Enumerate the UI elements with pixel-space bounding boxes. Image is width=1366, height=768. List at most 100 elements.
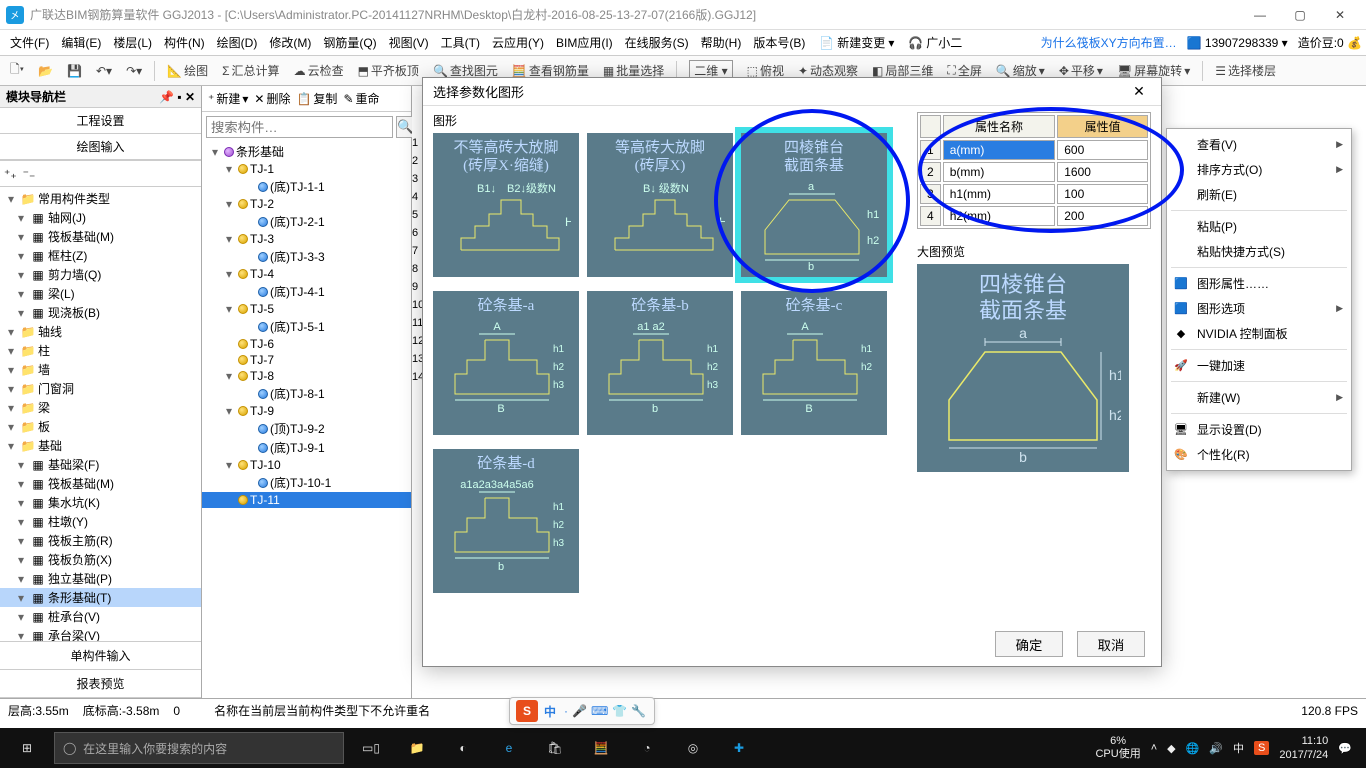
collapse-icon[interactable]: ⁻₋: [23, 167, 36, 181]
component-tree-item[interactable]: ▾ TJ-9: [202, 403, 411, 419]
shape-option[interactable]: 砼条基-ba1 a2h1h2h3b: [587, 291, 733, 435]
tip-link[interactable]: 为什么筏板XY方向布置…: [1041, 34, 1177, 51]
component-tree-item[interactable]: (底)TJ-3-3: [202, 247, 411, 266]
nav-tree-item[interactable]: ▾📁门窗洞: [0, 379, 201, 398]
nav-tree-item[interactable]: ▾📁常用构件类型: [0, 189, 201, 208]
nav-tree-item[interactable]: ▾📁墙: [0, 360, 201, 379]
nav-tree-item[interactable]: ▾▦筏板基础(M): [0, 474, 201, 493]
maximize-button[interactable]: ▢: [1280, 1, 1320, 29]
app-icon-5[interactable]: ◎: [670, 728, 716, 768]
tab-draw-input[interactable]: 绘图输入: [0, 134, 201, 161]
tab-project-settings[interactable]: 工程设置: [0, 108, 201, 134]
shape-option[interactable]: 等高砖大放脚(砖厚X)B↓ 级数NH: [587, 133, 733, 277]
rename-component-button[interactable]: ✎ 重命: [343, 90, 379, 107]
component-tree-item[interactable]: (底)TJ-1-1: [202, 177, 411, 196]
menu-item[interactable]: 版本号(B): [747, 33, 811, 53]
nav-tree-item[interactable]: ▾▦框柱(Z): [0, 246, 201, 265]
menu-item[interactable]: 视图(V): [383, 33, 435, 53]
cpu-widget[interactable]: 6%CPU使用: [1095, 735, 1140, 761]
nav-tree-item[interactable]: ▾▦筏板基础(M): [0, 227, 201, 246]
nav-tree-item[interactable]: ▾📁梁: [0, 398, 201, 417]
menu-item[interactable]: 云应用(Y): [486, 33, 550, 53]
component-tree-item[interactable]: (底)TJ-8-1: [202, 384, 411, 403]
nav-tree-item[interactable]: ▾▦集水坑(K): [0, 493, 201, 512]
edge-icon[interactable]: e: [486, 728, 532, 768]
component-tree-item[interactable]: (底)TJ-2-1: [202, 212, 411, 231]
app-icon-2[interactable]: ◐: [440, 728, 486, 768]
tray-nvidia-icon[interactable]: ◆: [1167, 742, 1175, 755]
shape-option[interactable]: 砼条基-da1a2a3a4a5a6h1h2h3b: [433, 449, 579, 593]
action-center-icon[interactable]: 💬: [1338, 742, 1352, 755]
nav-tree-item[interactable]: ▾▦独立基础(P): [0, 569, 201, 588]
new-change-button[interactable]: 📄 新建变更 ▾: [813, 32, 900, 53]
property-grid[interactable]: 属性名称属性值 1a(mm)6002b(mm)16003h1(mm)1004h2…: [917, 112, 1151, 229]
redo-icon[interactable]: ↷▾: [122, 62, 146, 80]
component-tree-item[interactable]: ▾ TJ-1: [202, 161, 411, 177]
nav-tree-item[interactable]: ▾▦条形基础(T): [0, 588, 201, 607]
new-icon[interactable]: 🗋▾: [6, 58, 28, 83]
single-input-button[interactable]: 单构件输入: [0, 642, 201, 670]
shape-option[interactable]: 不等高砖大放脚(砖厚X·缩缝)B1↓B2↓级数NH: [433, 133, 579, 277]
tray-network-icon[interactable]: 🌐: [1186, 742, 1200, 755]
nav-tree-item[interactable]: ▾▦筏板主筋(R): [0, 531, 201, 550]
taskview-icon[interactable]: ▭▯: [348, 728, 394, 768]
component-tree-item[interactable]: ▾ TJ-3: [202, 231, 411, 247]
pin-icon[interactable]: 📌 ▪ ✕: [159, 90, 195, 104]
menu-item[interactable]: 楼层(L): [107, 33, 158, 53]
nav-tree-item[interactable]: ▾▦筏板负筋(X): [0, 550, 201, 569]
component-tree-item[interactable]: (底)TJ-4-1: [202, 282, 411, 301]
agent-button[interactable]: 🎧 广小二: [902, 32, 968, 53]
menu-item[interactable]: BIM应用(I): [550, 33, 619, 53]
tray-up-icon[interactable]: ˄: [1151, 742, 1157, 754]
tray-volume-icon[interactable]: 🔊: [1209, 742, 1223, 755]
nav-tree-item[interactable]: ▾▦桩承台(V): [0, 607, 201, 626]
component-tree-item[interactable]: (底)TJ-9-1: [202, 438, 411, 457]
nav-tree-item[interactable]: ▾▦基础梁(F): [0, 455, 201, 474]
menu-item[interactable]: 帮助(H): [695, 33, 748, 53]
context-menu-item[interactable]: 新建(W)▶: [1167, 385, 1351, 410]
context-menu-item[interactable]: 粘贴快捷方式(S): [1167, 239, 1351, 264]
context-menu-item[interactable]: 🚀一键加速: [1167, 353, 1351, 378]
menu-item[interactable]: 钢筋量(Q): [317, 33, 382, 53]
coin-badge[interactable]: 造价豆:0 💰: [1298, 34, 1362, 51]
close-button[interactable]: ✕: [1320, 1, 1360, 29]
menu-item[interactable]: 文件(F): [4, 33, 55, 53]
app-icon-1[interactable]: 📁: [394, 728, 440, 768]
delete-component-button[interactable]: ✕ 删除: [254, 90, 290, 107]
clock[interactable]: 11:102017/7/24: [1279, 734, 1328, 762]
component-tree-item[interactable]: ▾ TJ-8: [202, 368, 411, 384]
new-component-button[interactable]: ⁺ 新建 ▾: [208, 90, 248, 107]
copy-component-button[interactable]: 📋 复制: [296, 90, 337, 107]
context-menu-item[interactable]: 🖥显示设置(D): [1167, 417, 1351, 442]
context-menu-item[interactable]: 🎨个性化(R): [1167, 442, 1351, 467]
select-floor-button[interactable]: ☰ 选择楼层: [1211, 60, 1280, 81]
dialog-close-button[interactable]: ✕: [1127, 83, 1151, 100]
ime-lang[interactable]: 中: [544, 703, 556, 720]
context-menu-item[interactable]: 🟦图形属性……: [1167, 271, 1351, 296]
menu-item[interactable]: 编辑(E): [55, 33, 107, 53]
nav-tree-item[interactable]: ▾📁板: [0, 417, 201, 436]
component-tree-item[interactable]: (底)TJ-5-1: [202, 317, 411, 336]
context-menu-item[interactable]: 粘贴(P): [1167, 214, 1351, 239]
cancel-button[interactable]: 取消: [1077, 631, 1145, 657]
menu-item[interactable]: 在线服务(S): [619, 33, 695, 53]
nav-tree-item[interactable]: ▾▦轴网(J): [0, 208, 201, 227]
ime-icon[interactable]: 🔧: [631, 704, 646, 718]
ime-bar[interactable]: S 中 ·🎤⌨👕🔧: [509, 697, 655, 725]
ime-icon[interactable]: 👕: [612, 704, 627, 718]
context-menu-item[interactable]: 🟦图形选项▶: [1167, 296, 1351, 321]
flush-top-button[interactable]: ⬒ 平齐板顶: [354, 60, 423, 81]
context-menu-item[interactable]: 排序方式(O)▶: [1167, 157, 1351, 182]
app-icon-4[interactable]: ◔: [624, 728, 670, 768]
minimize-button[interactable]: —: [1240, 1, 1280, 29]
undo-icon[interactable]: ↶▾: [92, 62, 116, 80]
ime-logo-icon[interactable]: S: [516, 700, 538, 722]
open-icon[interactable]: 📂: [34, 62, 57, 80]
draw-button[interactable]: 📐 绘图: [163, 60, 212, 81]
nav-tree-item[interactable]: ▾▦梁(L): [0, 284, 201, 303]
save-icon[interactable]: 💾: [63, 62, 86, 80]
context-menu-item[interactable]: ◆NVIDIA 控制面板: [1167, 321, 1351, 346]
report-preview-button[interactable]: 报表预览: [0, 670, 201, 698]
component-tree-item[interactable]: ▾ TJ-2: [202, 196, 411, 212]
component-tree-item[interactable]: ▾ TJ-5: [202, 301, 411, 317]
